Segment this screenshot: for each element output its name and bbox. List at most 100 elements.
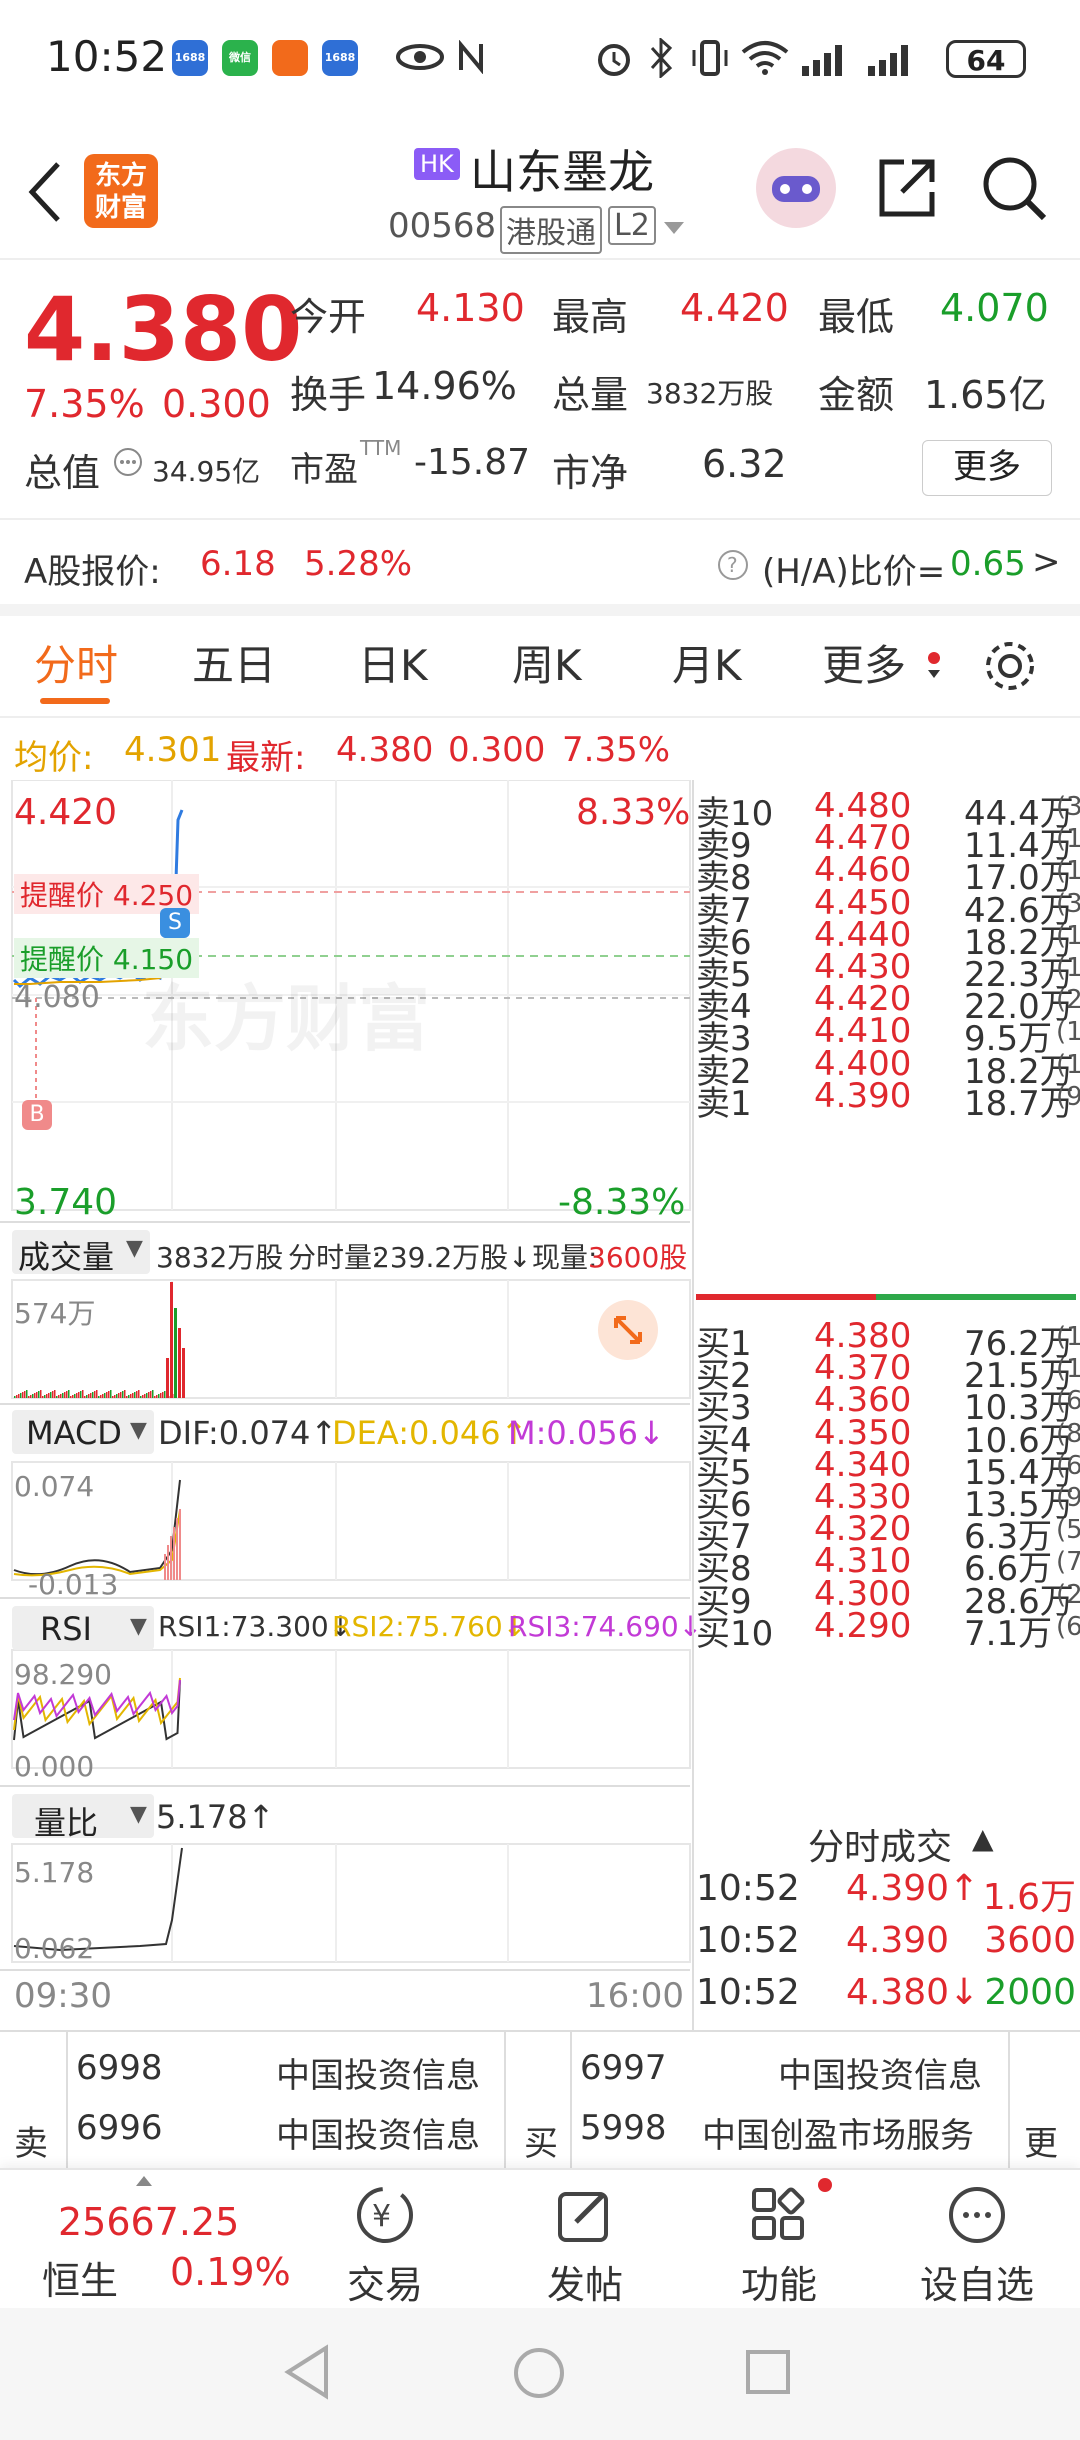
tab-active-indicator [40,698,110,704]
nfc-icon [459,40,483,74]
app-1688-icon-2: 1688 [322,40,358,76]
svg-text:¥: ¥ [372,2199,391,2234]
vr-axis-top: 5.178 [14,1856,95,1889]
volume-bar [28,1396,30,1398]
a-share-row[interactable]: A股报价: 6.18 5.28% ? (H/A)比价= 0.65 > [0,520,1080,604]
tab-daily-k[interactable]: 日K [358,632,428,693]
chevron-right-icon: > [1032,542,1061,582]
volume-bar [46,1394,48,1398]
volume-bar [34,1393,36,1398]
volume-bar [76,1393,78,1398]
vr-indicator-select[interactable]: 量比 ▼ [12,1794,154,1842]
sell-marker[interactable]: S [160,908,190,938]
macd-indicator-select[interactable]: MACD ▼ [12,1410,154,1454]
tick-trades-header[interactable]: 分时成交 ▲ [696,1814,1080,1870]
volume-bar [118,1393,120,1398]
volume-bar [164,1391,166,1398]
volume-bar [138,1390,140,1398]
nav-watchlist[interactable]: 设自选 [912,2170,1042,2310]
volume-bar [144,1394,146,1398]
nav-functions[interactable]: 功能 [724,2170,834,2310]
ask-level-row[interactable]: 卖14.39018.7万(9) [696,1076,1080,1126]
alert-price-2[interactable]: 提醒价 4.150 [14,938,200,978]
index-ticker[interactable]: 25667.25 恒生 0.19% [0,2170,291,2310]
macd-histogram-bar [164,1554,166,1580]
functions-grid-icon [752,2187,805,2240]
caret-up-icon [136,2176,152,2186]
nav-trade[interactable]: ¥ 交易 [330,2170,440,2310]
volume-bar [108,1391,110,1398]
volume-bar [136,1391,138,1398]
volume-indicator-select[interactable]: 成交量 ▼ [12,1230,150,1276]
volume-bar [96,1390,98,1398]
broker-more-label[interactable]: 更 [1024,2116,1058,2165]
tab-more[interactable]: 更多 [822,632,906,693]
latest-value: 4.380 [336,730,434,770]
broker-queue[interactable]: 卖 6998 中国投资信息 6996 中国投资信息 买 6997 中国投资信息 … [0,2032,1080,2172]
volume-bar [92,1392,94,1398]
rsi2-value: RSI2:75.760↓ [332,1610,527,1643]
chart-area[interactable]: 4.420 8.33% 3.740 -8.33% 东方财富 提醒价 4.250 … [0,780,702,2030]
tab-5day[interactable]: 五日 [192,632,276,693]
volume-bar [80,1391,82,1398]
assistant-avatar[interactable] [756,148,836,228]
rsi-axis-top: 98.290 [14,1658,112,1691]
volume-bar [114,1395,116,1398]
more-info-icon[interactable] [112,446,144,478]
volume-bar [74,1394,76,1398]
volume-bar [94,1391,96,1398]
volume-bar [58,1395,60,1398]
logo-line2: 财富 [94,193,147,223]
broker-buy-name: 中国创盈市场服务 [702,2116,974,2156]
chevron-down-icon[interactable] [662,220,686,236]
tab-weekly-k[interactable]: 周K [512,632,582,693]
back-icon[interactable] [24,160,64,224]
search-icon[interactable] [980,154,1050,224]
edit-post-icon [558,2192,608,2242]
battery-level: 64 [966,44,1006,77]
buy-marker[interactable]: B [22,1100,52,1130]
divider [1008,2032,1010,2172]
ask-name: 卖1 [696,1083,752,1124]
intraday-info-row: 均价: 4.301 最新: 4.380 0.300 7.35% [0,722,1080,778]
ha-ratio-label: (H/A)比价= [762,552,946,592]
volume-bar [22,1392,24,1398]
more-quote-button[interactable]: 更多 [922,440,1052,496]
tick-time: 10:52 [696,1868,800,1909]
svg-text:?: ? [727,553,738,577]
app-logo[interactable]: 东方 财富 [84,154,158,228]
divider [692,780,694,2030]
volume-bar [106,1392,108,1398]
logo-line1: 东方 [94,161,147,191]
tab-intraday[interactable]: 分时 [34,632,118,693]
volume-bar [134,1392,136,1398]
tab-monthly-k[interactable]: 月K [672,632,742,693]
latest-pct: 7.35% [562,730,671,770]
rsi-indicator-select[interactable]: RSI ▼ [12,1606,154,1650]
macd-histogram-bar [170,1536,172,1580]
help-icon[interactable]: ? [716,548,750,582]
volume-bar [98,1396,100,1398]
volume-bar [146,1393,148,1398]
settings-gear-icon[interactable] [980,636,1040,696]
volume-bar [148,1392,150,1398]
bid-name: 买10 [696,1613,774,1654]
expand-chart-button[interactable] [598,1300,658,1360]
volume-bar [112,1396,114,1398]
share-icon[interactable] [874,156,940,222]
volume-bar [158,1394,160,1398]
alarm-icon [598,44,630,76]
system-home-icon[interactable] [512,2346,566,2400]
system-recents-icon[interactable] [744,2348,792,2396]
volume-bar [132,1393,134,1398]
tick-price: 4.390 [846,1920,950,1961]
volume-panel-frame [11,1279,691,1399]
system-back-icon[interactable] [282,2344,332,2400]
nav-post[interactable]: 发帖 [530,2170,640,2310]
tick-volume: 2000 [984,1972,1076,2013]
pb-value: 6.32 [702,442,787,486]
volume-bar [182,1348,185,1398]
volume-bar [44,1395,46,1398]
volume-bar [52,1391,54,1398]
bid-level-row[interactable]: 买10 4.290 7.1万(6) [696,1606,1080,1656]
